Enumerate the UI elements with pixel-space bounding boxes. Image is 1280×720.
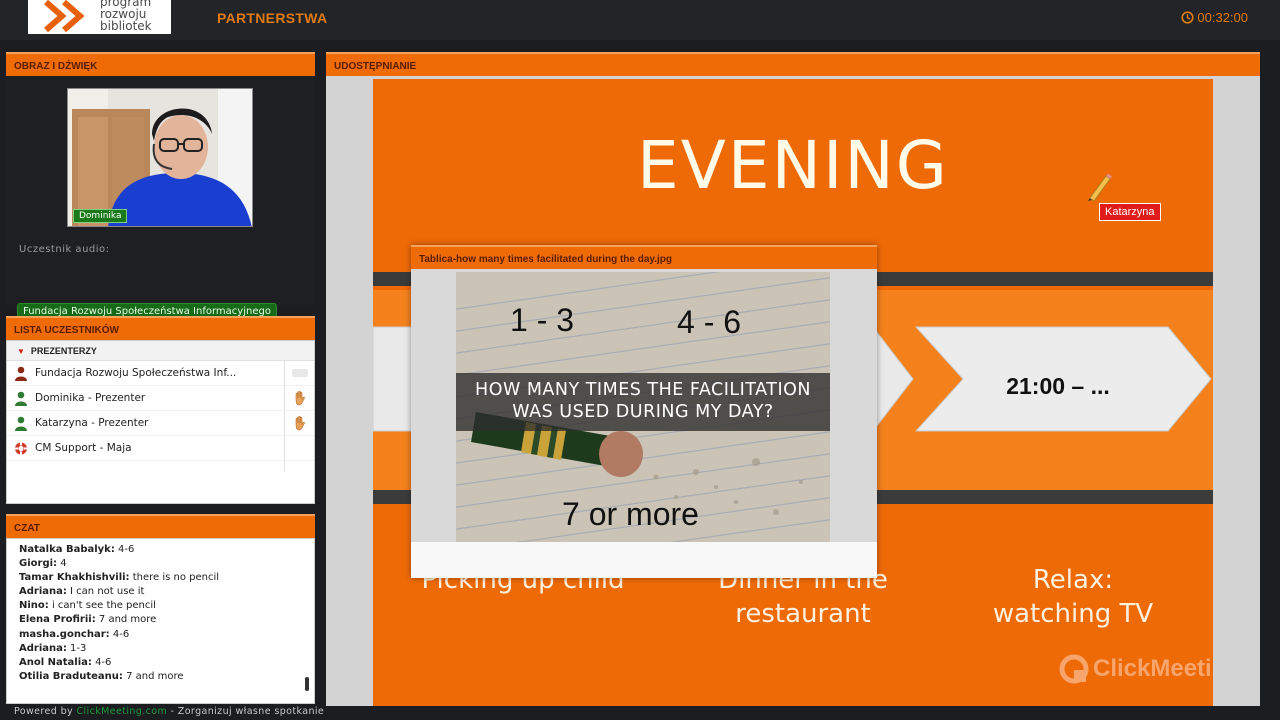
image-content: 1 - 3 4 - 6 HOW MANY TIMES THE FACILITAT… — [411, 269, 877, 542]
participant-row[interactable]: Dominika - Prezenter — [7, 386, 314, 411]
chevrons-logo-icon — [44, 0, 85, 33]
clickmeeting-watermark: ClickMeeting — [1059, 654, 1213, 684]
chat-message: Anol Natalia: 4-6 — [19, 656, 314, 670]
chat-panel-header: CZAT — [6, 514, 315, 538]
chat-message: Otilia Braduteanu: 7 and more — [19, 670, 314, 684]
meeting-timer: 00:32:00 — [1181, 10, 1248, 25]
webcam-feed-image — [68, 89, 252, 226]
chat-message: Tamar Khakhishvili: there is no pencil — [19, 571, 314, 585]
chat-text: 4-6 — [91, 656, 112, 668]
powered-by-footer: Powered by ClickMeeting.com - Zorganizuj… — [14, 706, 324, 717]
participant-name: Katarzyna - Prezenter — [35, 417, 149, 429]
meeting-title: PARTNERSTWA — [217, 10, 328, 26]
participants-list: ▼ PREZENTERZY Fundacja Rozwoju Społeczeńs… — [6, 340, 315, 504]
participant-name: Fundacja Rozwoju Społeczeństwa Inf... — [35, 367, 237, 379]
microphone-icon[interactable] — [292, 369, 308, 377]
chat-text: 7 and more — [95, 614, 157, 626]
chat-text: 4-6 — [109, 628, 130, 640]
question-line-1: HOW MANY TIMES THE FACILITATION — [475, 380, 811, 400]
video-audio-panel: OBRAZ I DŹWIĘK Dominika Uczestnik audio:… — [6, 52, 315, 320]
chat-message: Adriana: I can not use it — [19, 585, 314, 599]
presenters-group-label: PREZENTERZY — [30, 346, 97, 356]
presenter-video[interactable]: Dominika — [67, 88, 253, 227]
chat-message: Giorgi: 4 — [19, 557, 314, 571]
pencil-annotation-icon — [1088, 173, 1112, 202]
activity-line: restaurant — [735, 599, 871, 629]
photo-question-overlay: HOW MANY TIMES THE FACILITATION WAS USED… — [456, 373, 830, 431]
user-icon — [15, 391, 27, 406]
chat-messages[interactable]: Natalka Babalyk: 4-6 Giorgi: 4 Tamar Kha… — [6, 538, 315, 704]
program-logo: program rozwoju bibliotek — [28, 0, 171, 34]
chat-message: Elena Profirii: 7 and more — [19, 613, 314, 627]
chat-text: 4-6 — [114, 544, 135, 555]
range-label-1-3: 1 - 3 — [510, 302, 575, 338]
sharing-panel-header: UDOSTĘPNIANIE — [326, 52, 1260, 76]
chat-message: Natalka Babalyk: 4-6 — [19, 543, 314, 557]
user-icon — [15, 366, 27, 381]
chat-author: Adriana: — [19, 642, 67, 654]
chat-author: Tamar Khakhishvili: — [19, 572, 130, 584]
chat-author: Natalka Babalyk: — [19, 544, 115, 555]
participant-name: CM Support - Maja — [35, 442, 132, 454]
clock-icon — [1181, 11, 1194, 24]
clickmeeting-logo-icon — [1059, 654, 1089, 684]
participants-panel-header: LISTA UCZESTNIKÓW — [6, 316, 315, 340]
raised-hand-icon[interactable] — [292, 390, 308, 406]
participants-panel: LISTA UCZESTNIKÓW ▼ PREZENTERZY Fundacja … — [6, 316, 315, 504]
video-panel-header: OBRAZ I DŹWIĘK — [6, 52, 315, 76]
watermark-text: ClickMeeting — [1093, 655, 1213, 682]
chat-scrollbar[interactable] — [305, 677, 309, 691]
remote-cursor-label: Katarzyna — [1099, 203, 1161, 221]
chat-panel: CZAT Natalka Babalyk: 4-6 Giorgi: 4 Tama… — [6, 514, 315, 704]
participant-name: Dominika - Prezenter — [35, 392, 146, 404]
chat-author: Giorgi: — [19, 558, 58, 570]
range-label-7-or-more: 7 or more — [562, 496, 699, 532]
top-bar: program rozwoju bibliotek PARTNERSTWA 00… — [0, 0, 1280, 40]
chat-author: Elena Profirii: — [19, 614, 96, 626]
whiteboard-photo: 1 - 3 4 - 6 HOW MANY TIMES THE FACILITAT… — [456, 272, 830, 542]
chat-author: Otilia Braduteanu: — [19, 670, 123, 682]
chat-message: Nino: i can't see the pencil — [19, 599, 314, 613]
activity-line: Relax: — [1032, 565, 1114, 595]
chat-message: Adriana: 1-3 — [19, 642, 314, 656]
participant-row[interactable]: Fundacja Rozwoju Społeczeństwa Inf... — [7, 361, 314, 386]
timeline-time-label: 21:00 – ... — [1006, 373, 1110, 399]
chat-text: 4 — [57, 558, 67, 570]
chat-author: Nino: — [19, 600, 49, 612]
activity-line: watching TV — [992, 599, 1154, 629]
video-name-tag: Dominika — [73, 209, 128, 223]
user-icon — [15, 416, 27, 431]
raised-hand-icon[interactable] — [292, 415, 308, 431]
participant-row[interactable]: Katarzyna - Prezenter — [7, 411, 314, 436]
powered-suffix: - Zorganizuj własne spotkanie — [167, 706, 325, 717]
chat-author: Adriana: — [19, 586, 67, 598]
image-viewer-window[interactable]: Tablica-how many times facilitated durin… — [411, 245, 877, 578]
clickmeeting-link[interactable]: ClickMeeting.com — [76, 706, 167, 717]
chat-author: Anol Natalia: — [19, 656, 92, 668]
chat-text: there is no pencil — [129, 572, 220, 584]
image-window-title[interactable]: Tablica-how many times facilitated durin… — [411, 245, 877, 269]
question-line-2: WAS USED DURING MY DAY? — [512, 402, 774, 422]
timer-value: 00:32:00 — [1197, 10, 1248, 25]
range-label-4-6: 4 - 6 — [677, 304, 742, 340]
lifebuoy-icon — [15, 442, 27, 455]
activity-label: Relax: watching TV — [958, 563, 1188, 631]
chat-text: I can not use it — [66, 586, 145, 598]
chat-message: masha.gonchar: 4-6 — [19, 628, 314, 642]
logo-line-3: bibliotek — [100, 19, 152, 33]
chat-text: i can't see the pencil — [48, 600, 156, 612]
chat-text: 1-3 — [66, 642, 87, 654]
video-panel-body: Dominika Uczestnik audio: Fundacja Rozwo… — [6, 76, 315, 320]
chat-author: masha.gonchar: — [19, 628, 110, 640]
chat-text: 7 and more — [122, 670, 184, 682]
presenters-group-toggle[interactable]: ▼ PREZENTERZY — [7, 341, 314, 361]
audio-participant-label: Uczestnik audio: — [19, 244, 110, 255]
participant-row[interactable]: CM Support - Maja — [7, 436, 314, 461]
caret-down-icon: ▼ — [17, 347, 25, 356]
powered-prefix: Powered by — [14, 706, 77, 717]
